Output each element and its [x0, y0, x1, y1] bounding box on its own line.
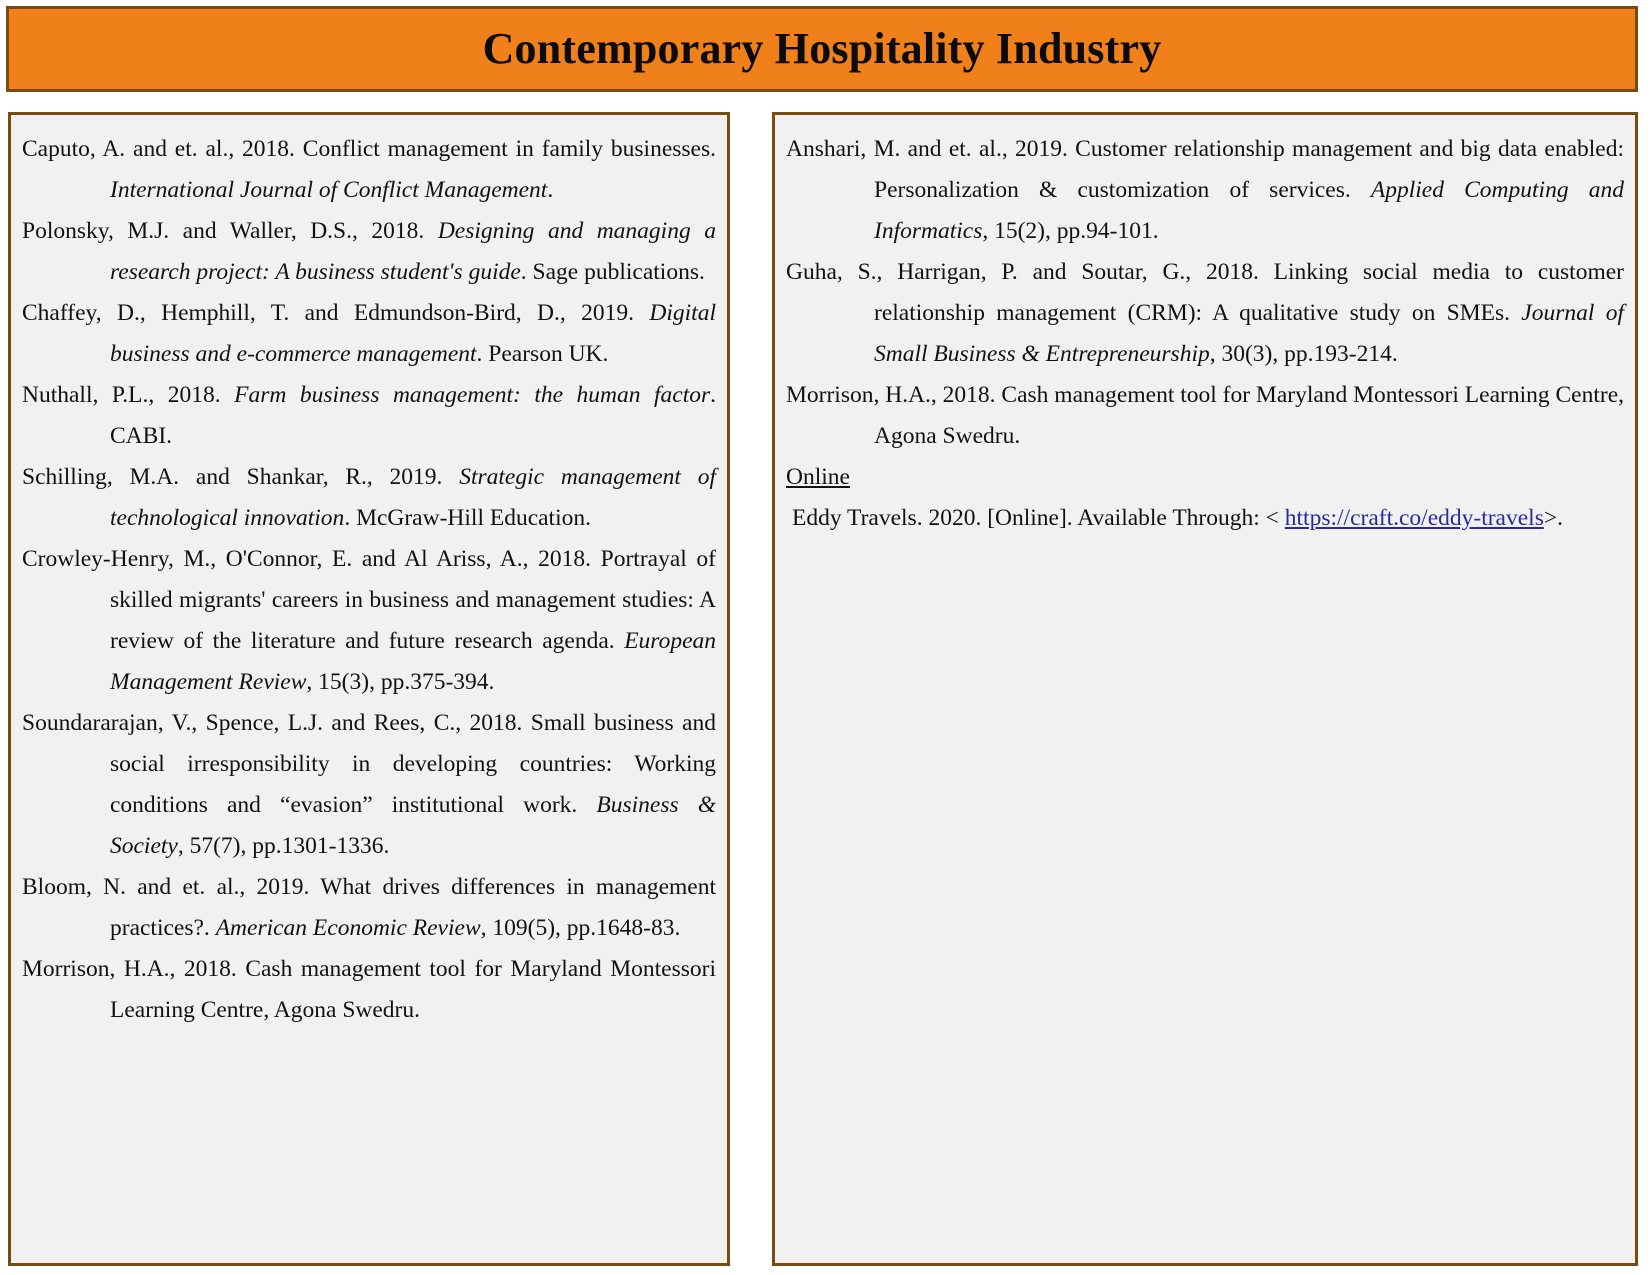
online-entry-prefix: Eddy Travels. 2020. [Online]. Available … [792, 505, 1285, 531]
reference-authors-title: Caputo, A. and et. al., 2018. Conflict m… [22, 136, 716, 162]
reference-item: Morrison, H.A., 2018. Cash management to… [786, 375, 1624, 457]
online-entry-suffix: >. [1543, 505, 1563, 531]
reference-locator: , 57(7), pp.1301-1336. [177, 833, 390, 859]
reference-source-italic: International Journal of Conflict Manage… [110, 177, 548, 203]
reference-item: Bloom, N. and et. al., 2019. What drives… [22, 867, 716, 949]
right-reference-list: Anshari, M. and et. al., 2019. Customer … [786, 129, 1624, 457]
reference-authors-title: Chaffey, D., Hemphill, T. and Edmundson-… [22, 300, 650, 326]
reference-locator: . [547, 177, 554, 203]
reference-authors-title: Morrison, H.A., 2018. Cash management to… [786, 382, 1625, 449]
reference-locator: , 15(2), pp.94-101. [982, 218, 1159, 244]
reference-item: Morrison, H.A., 2018. Cash management to… [22, 949, 716, 1031]
reference-locator: . McGraw-Hill Education. [344, 505, 591, 531]
reference-locator: . Sage publications. [520, 259, 705, 285]
reference-item: Crowley-Henry, M., O'Connor, E. and Al A… [22, 539, 716, 703]
page-title: Contemporary Hospitality Industry [482, 23, 1162, 73]
reference-item: Schilling, M.A. and Shankar, R., 2019. S… [22, 457, 716, 539]
reference-item: Chaffey, D., Hemphill, T. and Edmundson-… [22, 293, 716, 375]
reference-authors-title: Morrison, H.A., 2018. Cash management to… [22, 956, 716, 1023]
slide-root: Contemporary Hospitality Industry Caputo… [0, 0, 1650, 1275]
reference-locator: , 30(3), pp.193-214. [1209, 341, 1398, 367]
reference-item: Soundararajan, V., Spence, L.J. and Rees… [22, 703, 716, 867]
reference-source-italic: Farm business management: the human fact… [234, 382, 711, 408]
reference-authors-title: Nuthall, P.L., 2018. [22, 382, 235, 408]
reference-item: Caputo, A. and et. al., 2018. Conflict m… [22, 129, 716, 211]
reference-authors-title: Schilling, M.A. and Shankar, R., 2019. [22, 464, 460, 490]
left-reference-box: Caputo, A. and et. al., 2018. Conflict m… [8, 112, 730, 1266]
reference-authors-title: Guha, S., Harrigan, P. and Soutar, G., 2… [786, 259, 1624, 326]
reference-locator: , 15(3), pp.375-394. [306, 669, 495, 695]
reference-columns: Caputo, A. and et. al., 2018. Conflict m… [0, 106, 1650, 1270]
reference-locator: , 109(5), pp.1648-83. [480, 915, 681, 941]
reference-item: Polonsky, M.J. and Waller, D.S., 2018. D… [22, 211, 716, 293]
reference-source-italic: American Economic Review [215, 915, 481, 941]
online-reference-entry: Eddy Travels. 2020. [Online]. Available … [786, 498, 1624, 539]
reference-authors-title: Polonsky, M.J. and Waller, D.S., 2018. [22, 218, 438, 244]
reference-locator: . Pearson UK. [476, 341, 609, 367]
reference-item: Guha, S., Harrigan, P. and Soutar, G., 2… [786, 252, 1624, 375]
reference-item: Nuthall, P.L., 2018. Farm business manag… [22, 375, 716, 457]
reference-authors-title: Crowley-Henry, M., O'Connor, E. and Al A… [22, 546, 716, 654]
reference-item: Anshari, M. and et. al., 2019. Customer … [786, 129, 1624, 252]
title-banner: Contemporary Hospitality Industry [6, 6, 1638, 92]
left-reference-list: Caputo, A. and et. al., 2018. Conflict m… [22, 129, 716, 1031]
online-section-heading: Online [786, 464, 850, 490]
right-reference-box: Anshari, M. and et. al., 2019. Customer … [772, 112, 1638, 1266]
eddy-travels-link[interactable]: https://craft.co/eddy-travels [1285, 505, 1544, 531]
